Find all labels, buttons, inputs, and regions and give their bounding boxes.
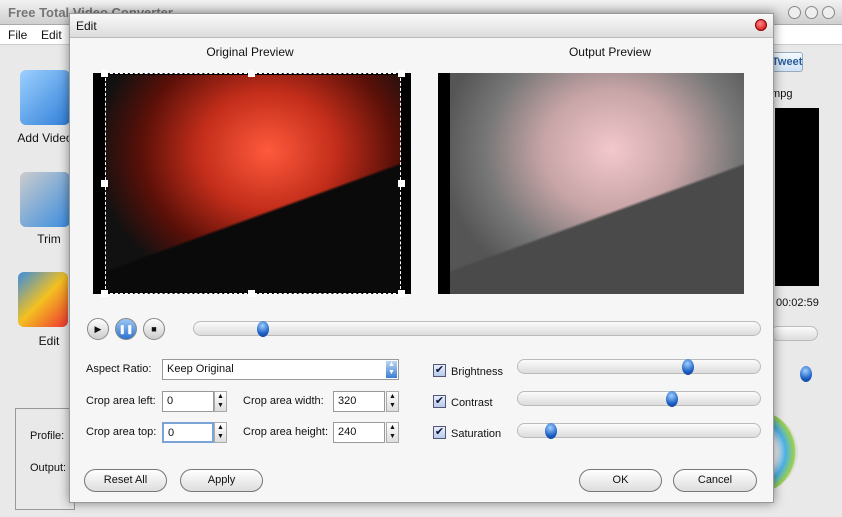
dialog-title-bar: Edit (70, 14, 773, 38)
crop-left-spinner[interactable]: ▲ ▼ (214, 391, 227, 412)
main-seek-slider[interactable] (770, 326, 818, 341)
edit-film-icon[interactable] (18, 272, 68, 327)
maximize-button[interactable] (805, 6, 818, 19)
crop-handle[interactable] (248, 290, 255, 297)
crop-handle[interactable] (398, 70, 405, 77)
stop-icon: ■ (151, 324, 157, 334)
crop-top-input[interactable]: 0 (162, 422, 214, 443)
saturation-slider[interactable] (517, 423, 761, 439)
output-preview-label: Output Preview (568, 45, 652, 59)
output-video-frame (450, 73, 744, 294)
profile-label: Profile: (30, 430, 65, 442)
aspect-ratio-select[interactable]: Keep Original ▲ ▼ (162, 359, 399, 380)
add-video-icon[interactable] (20, 70, 70, 125)
reset-all-button[interactable]: Reset All (84, 469, 167, 492)
ok-button[interactable]: OK (579, 469, 662, 492)
main-volume-thumb[interactable] (800, 366, 812, 382)
menu-file[interactable]: File (8, 28, 27, 42)
dialog-close-icon[interactable] (755, 19, 767, 31)
contrast-label: Contrast (451, 397, 493, 409)
duration: 00:02:59 (776, 297, 819, 309)
crop-handle[interactable] (101, 180, 108, 187)
crop-left-input[interactable]: 0 (162, 391, 214, 412)
aspect-ratio-label: Aspect Ratio: (86, 363, 152, 375)
apply-button[interactable]: Apply (180, 469, 263, 492)
player-preview (775, 108, 819, 286)
crop-width-label: Crop area width: (243, 395, 324, 407)
saturation-label: Saturation (451, 428, 502, 440)
menu-edit[interactable]: Edit (41, 28, 62, 42)
brightness-slider[interactable] (517, 359, 761, 375)
profile-panel (15, 408, 75, 510)
crop-handle[interactable] (101, 290, 108, 297)
contrast-checkbox[interactable]: ✔ (433, 395, 446, 408)
minimize-button[interactable] (788, 6, 801, 19)
pause-icon: ❚❚ (118, 323, 134, 334)
crop-handle[interactable] (398, 290, 405, 297)
close-button[interactable] (822, 6, 835, 19)
aspect-ratio-value: Keep Original (167, 363, 234, 375)
pause-button[interactable]: ❚❚ (115, 318, 137, 340)
output-label: Output: (30, 462, 67, 474)
crop-left-label: Crop area left: (86, 395, 156, 407)
crop-top-spinner[interactable]: ▲ ▼ (214, 422, 227, 443)
stop-button[interactable]: ■ (143, 318, 165, 340)
crop-height-input[interactable]: 240 (333, 422, 385, 443)
contrast-thumb[interactable] (665, 391, 678, 407)
crop-top-label: Crop area top: (86, 426, 157, 438)
play-button[interactable]: ▶ (87, 318, 109, 340)
brightness-checkbox[interactable]: ✔ (433, 364, 446, 377)
crop-rectangle[interactable] (105, 73, 401, 294)
edit-dialog: Edit Original Preview Output Preview ▶ ❚… (69, 13, 774, 503)
seek-slider[interactable] (193, 321, 761, 337)
crop-height-label: Crop area height: (243, 426, 328, 438)
crop-handle[interactable] (248, 70, 255, 77)
saturation-checkbox[interactable]: ✔ (433, 426, 446, 439)
crop-width-input[interactable]: 320 (333, 391, 385, 412)
original-preview-label: Original Preview (206, 45, 294, 59)
dialog-title: Edit (76, 19, 97, 33)
brightness-thumb[interactable] (681, 359, 694, 375)
output-preview (438, 73, 744, 294)
original-preview[interactable] (93, 70, 411, 297)
play-icon: ▶ (94, 323, 102, 334)
cancel-button[interactable]: Cancel (673, 469, 757, 492)
crop-handle[interactable] (101, 70, 108, 77)
select-arrows-icon: ▲ ▼ (386, 361, 397, 378)
saturation-thumb[interactable] (545, 423, 558, 439)
seek-thumb[interactable] (256, 321, 269, 337)
scissors-film-icon[interactable] (20, 172, 70, 227)
crop-handle[interactable] (398, 180, 405, 187)
crop-height-spinner[interactable]: ▲ ▼ (386, 422, 399, 443)
crop-width-spinner[interactable]: ▲ ▼ (386, 391, 399, 412)
brightness-label: Brightness (451, 366, 503, 378)
contrast-slider[interactable] (517, 391, 761, 407)
